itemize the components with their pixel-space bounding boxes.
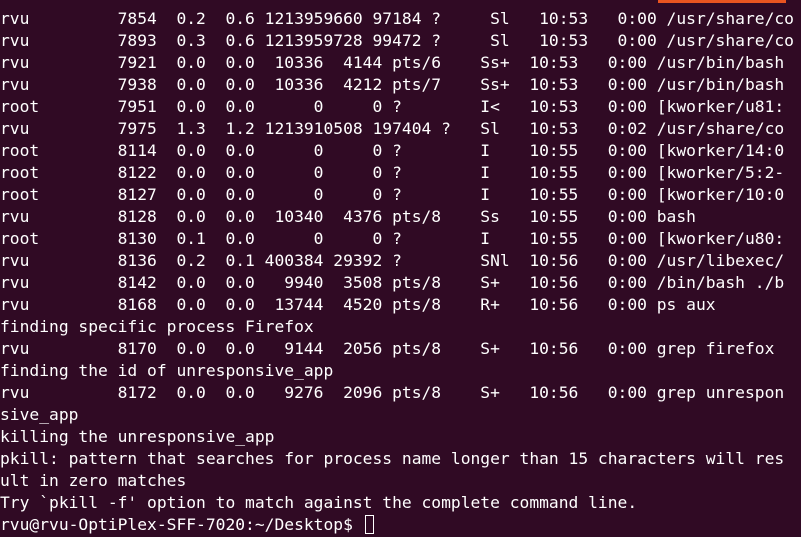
output-line: root 8114 0.0 0.0 0 0 ? I 10:55 0:00 [kw… xyxy=(0,141,785,160)
output-line: sive_app xyxy=(0,405,79,424)
output-line: rvu 7854 0.2 0.6 1213959660 97184 ? Sl 1… xyxy=(0,9,794,28)
terminal-window[interactable]: rvu 7854 0.2 0.6 1213959660 97184 ? Sl 1… xyxy=(0,0,801,537)
output-line: rvu 7893 0.3 0.6 1213959728 99472 ? Sl 1… xyxy=(0,31,794,50)
output-line: root 8127 0.0 0.0 0 0 ? I 10:55 0:00 [kw… xyxy=(0,185,785,204)
active-tab-indicator xyxy=(658,0,786,3)
output-line: rvu 8128 0.0 0.0 10340 4376 pts/8 Ss 10:… xyxy=(0,207,696,226)
output-line: ult in zero matches xyxy=(0,471,187,490)
output-line: finding specific process Firefox xyxy=(0,317,314,336)
text-cursor[interactable] xyxy=(364,515,374,534)
output-line: root 8130 0.1 0.0 0 0 ? I 10:55 0:00 [kw… xyxy=(0,229,785,248)
shell-prompt: rvu@rvu-OptiPlex-SFF-7020:~/Desktop$ xyxy=(0,515,363,534)
output-line: killing the unresponsive_app xyxy=(0,427,275,446)
output-line: Try `pkill -f' option to match against t… xyxy=(0,493,638,512)
output-line: rvu 7921 0.0 0.0 10336 4144 pts/6 Ss+ 10… xyxy=(0,53,785,72)
output-line: finding the id of unresponsive_app xyxy=(0,361,334,380)
terminal-output: rvu 7854 0.2 0.6 1213959660 97184 ? Sl 1… xyxy=(0,8,801,536)
output-line: rvu 7938 0.0 0.0 10336 4212 pts/7 Ss+ 10… xyxy=(0,75,785,94)
output-line: rvu 8142 0.0 0.0 9940 3508 pts/8 S+ 10:5… xyxy=(0,273,785,292)
output-line: rvu 8168 0.0 0.0 13744 4520 pts/8 R+ 10:… xyxy=(0,295,716,314)
output-line: rvu 8172 0.0 0.0 9276 2096 pts/8 S+ 10:5… xyxy=(0,383,785,402)
output-line: root 7951 0.0 0.0 0 0 ? I< 10:53 0:00 [k… xyxy=(0,97,785,116)
output-line: rvu 7975 1.3 1.2 1213910508 197404 ? Sl … xyxy=(0,119,785,138)
output-line: pkill: pattern that searches for process… xyxy=(0,449,785,468)
output-line: rvu 8136 0.2 0.1 400384 29392 ? SNl 10:5… xyxy=(0,251,785,270)
output-line: rvu 8170 0.0 0.0 9144 2056 pts/8 S+ 10:5… xyxy=(0,339,775,358)
output-line: root 8122 0.0 0.0 0 0 ? I 10:55 0:00 [kw… xyxy=(0,163,785,182)
prompt-line[interactable]: rvu@rvu-OptiPlex-SFF-7020:~/Desktop$ xyxy=(0,514,801,536)
